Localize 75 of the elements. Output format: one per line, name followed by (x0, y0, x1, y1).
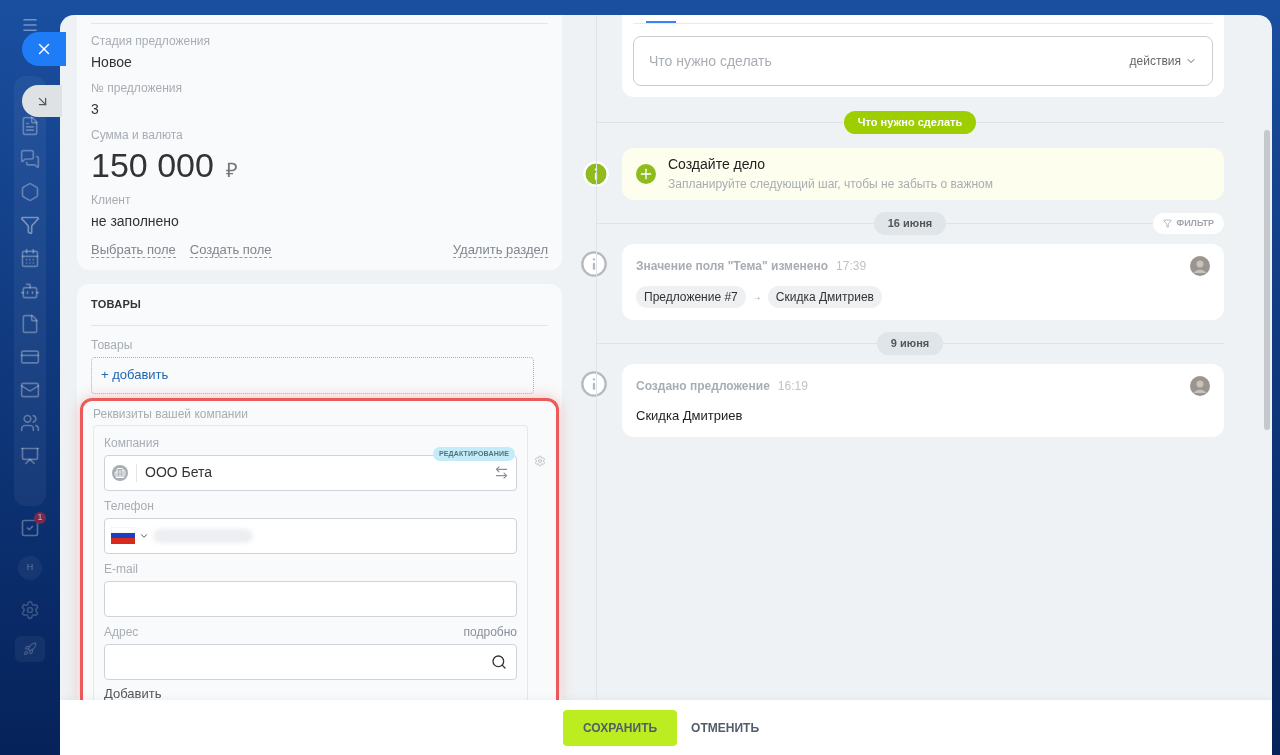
todo-marker: Что нужно сделать (843, 111, 977, 134)
cancel-button[interactable]: ОТМЕНИТЬ (681, 709, 769, 746)
date-separator: 9 июня (876, 332, 944, 355)
document-icon[interactable] (20, 116, 40, 136)
add-icon[interactable] (636, 163, 656, 184)
rocket-icon (23, 642, 37, 656)
robot-icon[interactable] (20, 281, 40, 301)
info-icon (580, 249, 608, 278)
avatar-icon (1190, 255, 1210, 276)
rocket-button[interactable] (15, 636, 45, 662)
actions-dropdown[interactable]: действия (1129, 52, 1197, 70)
phone-field[interactable] (104, 517, 517, 554)
field-value: не заполнено (91, 212, 180, 231)
arrow-icon: → (751, 289, 762, 304)
hexagon-icon[interactable] (20, 182, 40, 202)
event-text: Скидка Дмитриев (636, 406, 744, 425)
menu-icon[interactable] (21, 16, 39, 34)
field-label: Стадия предложения (91, 33, 212, 50)
email-field[interactable] (104, 580, 517, 617)
collapse-button[interactable] (22, 85, 62, 117)
card-icon[interactable] (20, 347, 40, 367)
funnel-icon[interactable] (20, 215, 40, 235)
add-link[interactable]: + добавить (101, 365, 169, 385)
event-title: Значение поля "Тема" изменено (636, 257, 829, 275)
date-separator: 16 июня (873, 212, 947, 235)
field-label: E-mail (104, 560, 138, 578)
field-link[interactable]: Выбрать поле (91, 242, 176, 258)
avatar-icon (1190, 375, 1210, 396)
field-label: Телефон (104, 497, 154, 515)
input-placeholder: Что нужно сделать (649, 51, 772, 71)
search-icon[interactable] (491, 653, 507, 670)
address-field[interactable] (104, 643, 517, 680)
currency-sign: ₽ (225, 158, 238, 183)
add-link[interactable]: Добавить (104, 685, 162, 700)
field-label: Сумма и валюта (91, 127, 184, 144)
users-icon[interactable] (20, 413, 40, 433)
delete-section-link[interactable]: Удалить раздел (452, 242, 548, 258)
event-time: 17:39 (836, 257, 867, 275)
todo-title: Создайте дело (668, 155, 767, 174)
switch-icon[interactable] (494, 465, 509, 480)
event-time: 16:19 (777, 377, 808, 395)
field-value: Новое (91, 53, 133, 72)
info-icon (582, 159, 610, 188)
tasks-icon[interactable] (20, 518, 40, 538)
save-button[interactable]: СОХРАНИТЬ (563, 709, 678, 746)
calendar-icon[interactable] (20, 248, 40, 268)
file-icon[interactable] (20, 314, 40, 334)
field-link[interactable]: Создать поле (189, 242, 272, 258)
todo-subtitle: Запланируйте следующий шаг, чтобы не забыть о важном (668, 176, 993, 193)
amount-value: 150 000 (91, 146, 214, 184)
company-icon (112, 464, 128, 481)
count-badge: 1 (34, 512, 46, 524)
field-label: Товары (91, 336, 134, 354)
company-value: ООО Бета (145, 463, 214, 482)
field-label: Клиент (91, 192, 132, 209)
todo-input[interactable]: Что нужно сделать действия (633, 36, 1213, 86)
filter-icon (1163, 219, 1173, 228)
presentation-icon[interactable] (20, 446, 40, 466)
field-label: Компания (104, 434, 159, 452)
mail-icon[interactable] (20, 380, 40, 400)
todo-card[interactable]: Создайте дело Запланируйте следующий шаг, чтобы не забыть о важном (622, 147, 1224, 200)
close-button[interactable] (22, 32, 66, 66)
details-link[interactable]: подробно (463, 622, 517, 641)
new-value-tag: Скидка Дмитриев (767, 285, 882, 308)
info-icon (580, 369, 608, 398)
field-label: № предложения (91, 80, 183, 97)
settings-icon[interactable] (534, 454, 546, 467)
chat-icon[interactable] (20, 149, 40, 169)
old-value-tag: Предложение #7 (636, 285, 746, 308)
field-label: Адрес (104, 623, 139, 641)
section-subtitle: Реквизиты вашей компании (93, 405, 249, 423)
section-title: ТОВАРЫ (91, 296, 548, 326)
flag-icon[interactable] (111, 527, 135, 544)
field-value: 3 (91, 100, 100, 119)
event-title: Создано предложение (636, 377, 770, 395)
